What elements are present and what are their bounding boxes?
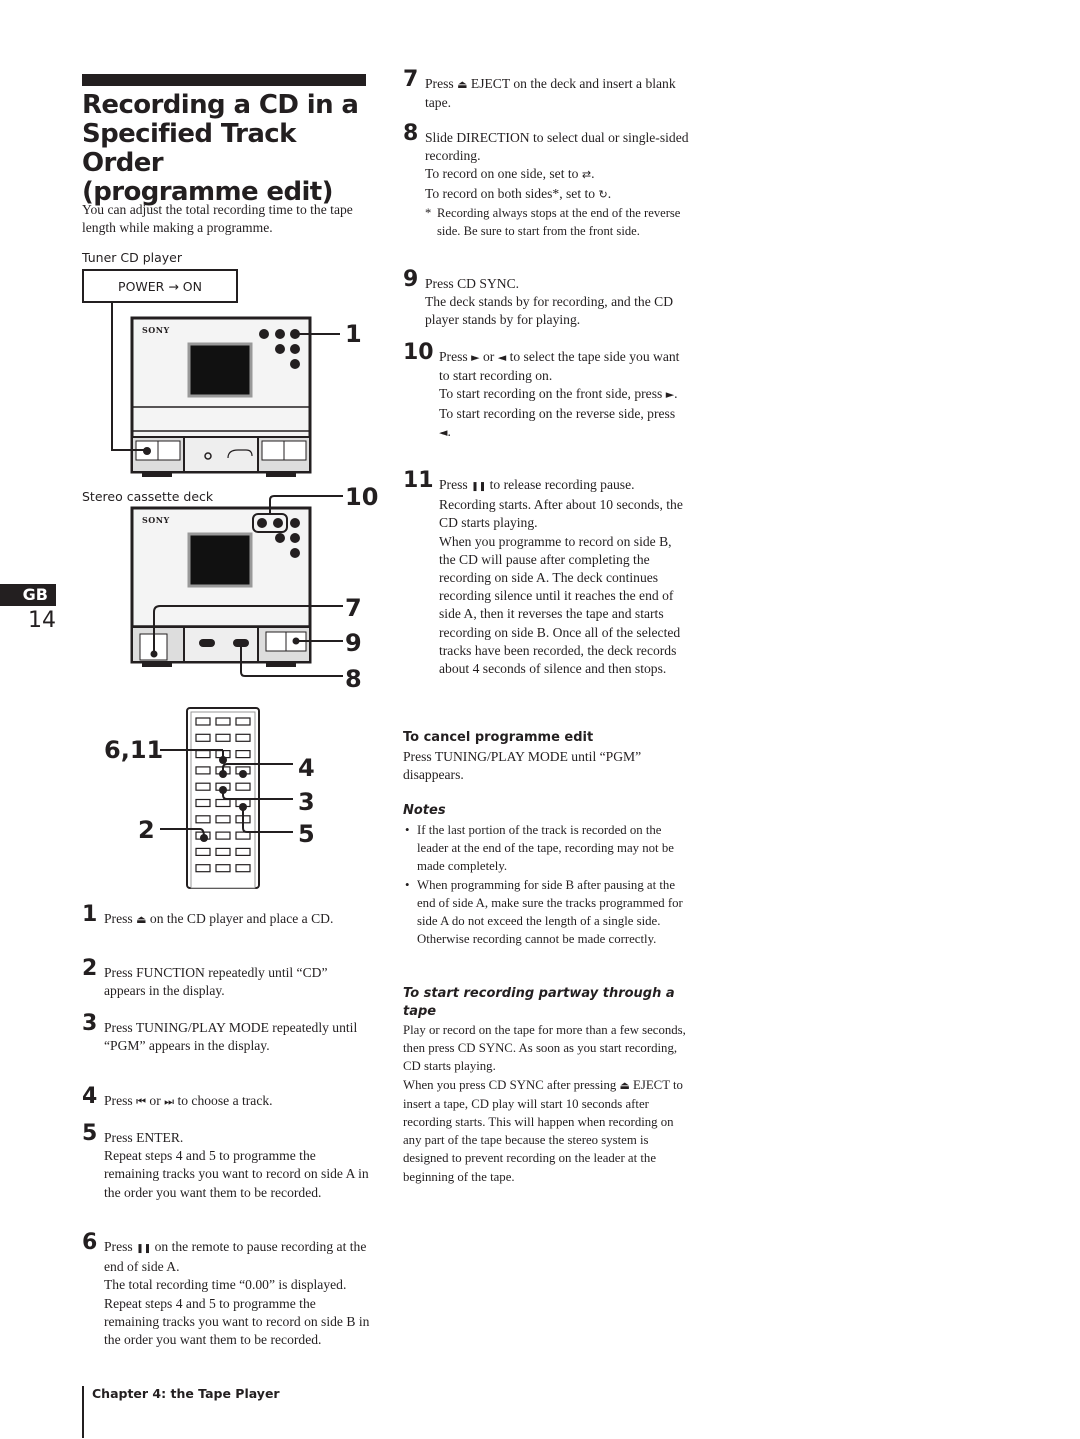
eject-icon: ⏏ <box>457 78 468 91</box>
remote-button <box>215 847 231 857</box>
cancel-heading: To cancel programme edit <box>403 730 594 745</box>
page-number: 14 <box>28 608 56 633</box>
note-item: If the last portion of the track is reco… <box>403 821 688 876</box>
callout-9: 9 <box>345 629 362 657</box>
callout-7: 7 <box>345 594 362 622</box>
pause-icon: ❚❚ <box>471 482 487 492</box>
callout-4: 4 <box>298 754 315 782</box>
cancel-text: Press TUNING/PLAY MODE until “PGM” disap… <box>403 749 642 783</box>
partway-text: Play or record on the tape for more than… <box>403 1023 686 1184</box>
remote-button <box>195 815 211 824</box>
remote-button <box>235 782 251 791</box>
remote-button <box>195 750 211 759</box>
remote-button <box>235 864 251 873</box>
play-reverse-icon: ◄ <box>497 351 507 364</box>
next-track-icon: ⏭ <box>164 1095 175 1108</box>
callout-1: 1 <box>345 320 362 348</box>
chapter-footer: Chapter 4: the Tape Player <box>92 1386 280 1401</box>
power-on-box: POWER → ON <box>82 269 238 303</box>
remote-button <box>235 717 251 726</box>
callout-3: 3 <box>298 788 315 816</box>
remote-button <box>195 717 211 726</box>
callout-6-11: 6,11 <box>104 736 164 764</box>
remote-button <box>215 831 231 840</box>
remote-button <box>195 766 211 775</box>
one-side-direction-icon: ⇄ <box>581 168 592 182</box>
note-item: When programming for side B after pausin… <box>403 876 688 949</box>
page-title: Recording a CD in a Specified Track Orde… <box>82 91 382 207</box>
remote-button <box>235 733 251 742</box>
eject-icon: ⏏ <box>619 1078 630 1092</box>
remote-button <box>215 864 231 873</box>
both-sides-direction-icon: ↻ <box>598 187 608 201</box>
remote-button <box>195 782 211 791</box>
partway-heading: To start recording partway through a tap… <box>403 986 675 1019</box>
remote-button <box>235 831 251 840</box>
callout-2: 2 <box>138 816 155 844</box>
footnote: * Recording always stops at the end of th… <box>425 205 681 239</box>
remote-button <box>215 717 231 726</box>
deck-label: Stereo cassette deck <box>82 489 214 504</box>
remote-button <box>235 847 251 857</box>
title-line: Specified Track Order <box>82 119 296 178</box>
play-reverse-icon: ◄ <box>439 425 448 439</box>
notes-heading: Notes <box>403 803 446 818</box>
sony-logo: SONY <box>142 325 170 335</box>
callout-10: 10 <box>345 483 379 511</box>
remote-button <box>195 847 211 857</box>
footer-rule <box>82 1386 84 1438</box>
remote-button <box>215 733 231 742</box>
remote-button <box>195 798 211 808</box>
remote-control-illustration <box>160 707 293 889</box>
notes-list: If the last portion of the track is reco… <box>403 821 688 948</box>
callout-8: 8 <box>345 665 362 693</box>
play-forward-icon: ► <box>665 388 675 402</box>
previous-track-icon: ⏮ <box>136 1095 147 1108</box>
tuner-label: Tuner CD player <box>82 250 183 265</box>
play-forward-icon: ► <box>471 351 480 364</box>
eject-icon: ⏏ <box>136 913 147 926</box>
section-rule <box>82 74 366 86</box>
callout-5: 5 <box>298 820 315 848</box>
remote-button <box>195 733 211 742</box>
remote-button <box>195 864 211 873</box>
title-line: Recording a CD in a <box>82 90 359 120</box>
remote-button <box>235 750 251 759</box>
pause-icon: ❚❚ <box>136 1244 152 1254</box>
sony-logo: SONY <box>142 515 170 525</box>
remote-button <box>215 798 231 808</box>
remote-button <box>215 815 231 824</box>
language-tab: GB <box>0 584 56 606</box>
intro-text: You can adjust the total recording time … <box>82 202 353 236</box>
